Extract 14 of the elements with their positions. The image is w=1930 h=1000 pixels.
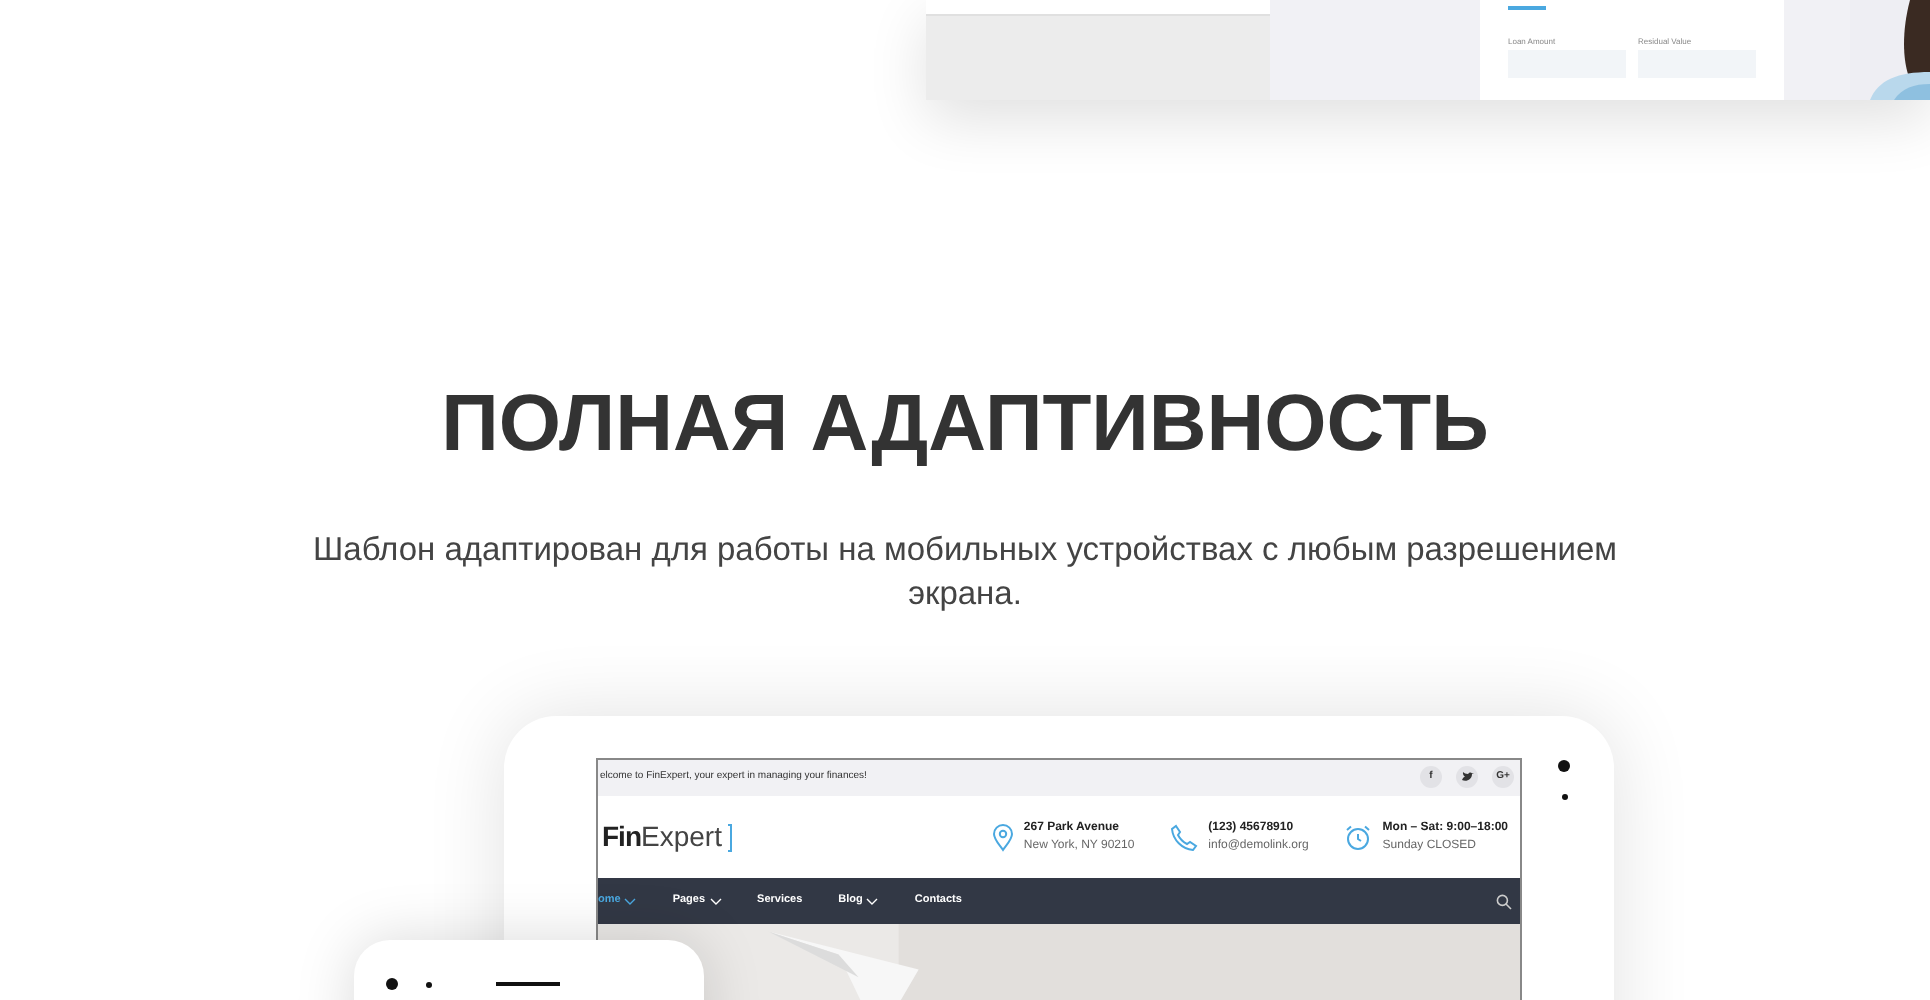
phone-icon (1170, 823, 1199, 852)
section-description: Шаблон адаптирован для работы на мобильных устройствах с любым разрешением экрана. (311, 530, 1619, 616)
bird-icon (1461, 772, 1473, 783)
speaker-line (496, 982, 560, 986)
search-icon[interactable] (1496, 893, 1512, 910)
alarm-clock-icon (1344, 823, 1373, 852)
location-pin-icon (991, 823, 1014, 852)
twitter-button[interactable] (1456, 766, 1478, 789)
chevron-icon (866, 897, 879, 906)
chevron-icon (709, 897, 722, 906)
section-title: ПОЛНАЯ АДАПТИВНОСТЬ (441, 378, 1489, 472)
site-logo: FinExpert (602, 816, 732, 859)
chevron-icon (624, 897, 637, 906)
title-underline (1508, 6, 1546, 10)
